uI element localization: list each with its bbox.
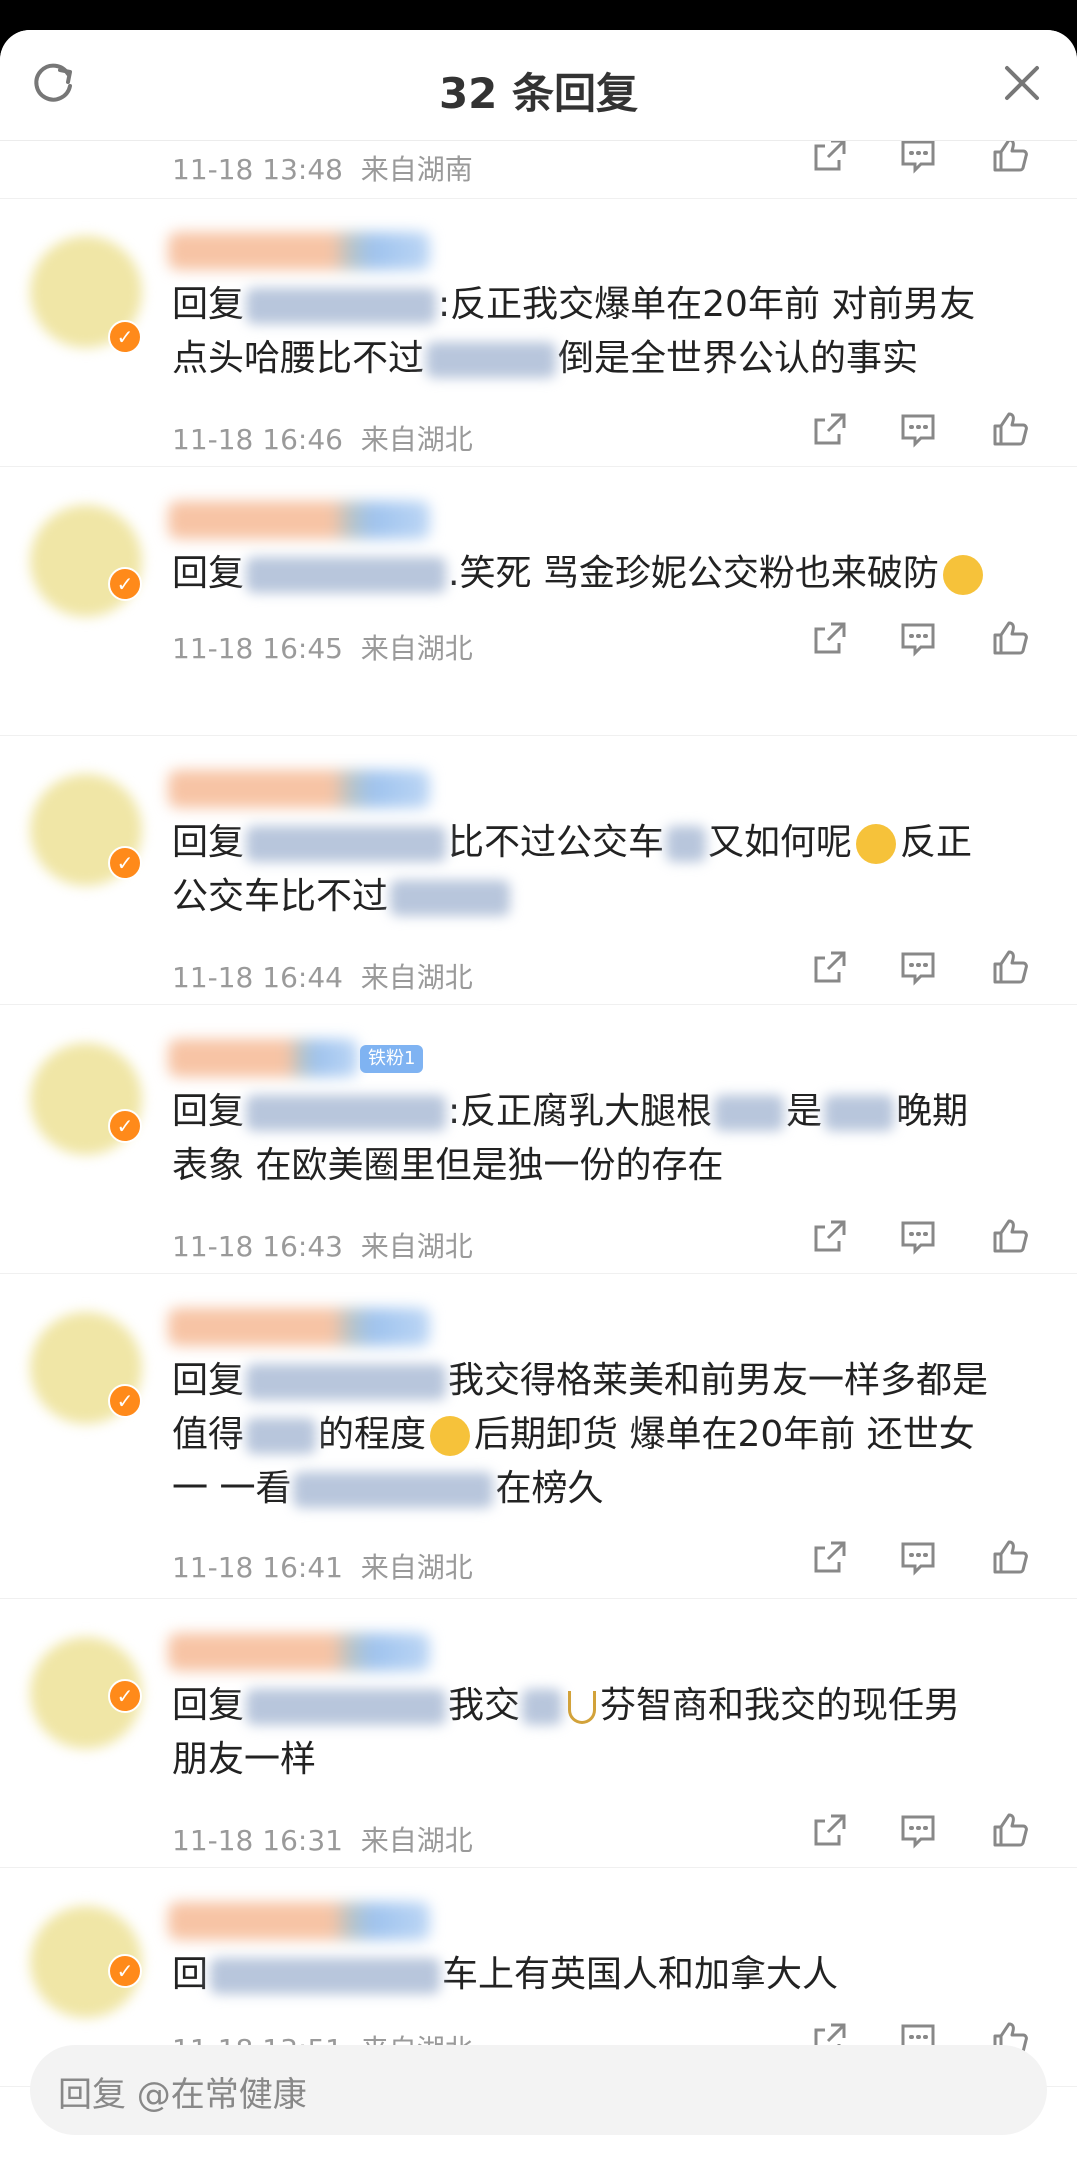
share-icon[interactable]	[811, 1538, 849, 1576]
comment-icon[interactable]	[899, 1811, 937, 1849]
verified-icon: ✓	[108, 1384, 142, 1418]
comment-icon[interactable]	[899, 136, 937, 174]
reply-text: 回复 我交得格莱美和前男友一样多都是 值得 的程度 后期卸货 爆单在20年前 还世女 …	[172, 1360, 989, 1509]
phone-notch	[300, 0, 762, 20]
reply-actions	[811, 948, 1041, 988]
reply-actions	[811, 410, 1041, 450]
like-icon[interactable]	[991, 410, 1029, 448]
verified-icon: ✓	[108, 1679, 142, 1713]
reply-time: 11-18 13:48 来自湖南	[172, 153, 473, 186]
list-item[interactable]: ✓ 回复 我交得格莱美和前男友一样多都是 值得 的程度 后期卸货 爆单在20年前 还世…	[0, 1274, 1077, 1599]
reply-time: 11-18 16:46 来自湖北	[172, 423, 473, 456]
comment-icon[interactable]	[899, 948, 937, 986]
reply-text: 回复 我交 芬智商和我交的现任男 朋友一样	[172, 1685, 961, 1780]
reply-text: 回车上有英国人和加拿大人	[172, 1954, 839, 1995]
verified-icon: ✓	[108, 567, 142, 601]
crying-face-emoji	[942, 555, 983, 595]
username-blurred[interactable]	[168, 1308, 430, 1346]
reply-actions	[811, 136, 1041, 176]
page-title: 32 条回复	[438, 69, 639, 118]
reply-time: 11-18 16:31 来自湖北	[172, 1824, 473, 1857]
comment-icon[interactable]	[899, 619, 937, 657]
comment-icon[interactable]	[899, 1538, 937, 1576]
share-icon[interactable]	[811, 136, 849, 174]
reply-text: 回复:反正腐乳大腿根是晚期 表象 在欧美圈里但是独一份的存在	[172, 1091, 969, 1186]
verified-icon: ✓	[108, 1954, 142, 1988]
close-icon[interactable]	[1001, 62, 1043, 104]
username-blurred[interactable]	[168, 501, 430, 539]
like-icon[interactable]	[991, 1217, 1029, 1255]
share-icon[interactable]	[811, 1217, 849, 1255]
verified-icon: ✓	[108, 846, 142, 880]
list-item[interactable]: ✓ 回复 我交 芬智商和我交的现任男 朋友一样 11-18 16:31 来自湖北	[0, 1599, 1077, 1868]
verified-icon: ✓	[108, 320, 142, 354]
reply-time: 11-18 16:44 来自湖北	[172, 961, 473, 994]
reply-input[interactable]: 回复 @在常健康	[30, 2045, 1047, 2135]
sheet-header: 32 条回复	[0, 30, 1077, 141]
reply-text: 回复:反正我交爆单在20年前 对前男友 点头哈腰比不过 倒是全世界公认的事实	[172, 284, 976, 379]
comment-icon[interactable]	[899, 1217, 937, 1255]
share-icon[interactable]	[811, 619, 849, 657]
share-icon[interactable]	[811, 1811, 849, 1849]
fan-badge: 铁粉1	[360, 1045, 424, 1073]
share-icon[interactable]	[811, 410, 849, 448]
username-blurred[interactable]	[168, 232, 430, 270]
reply-time: 11-18 16:45 来自湖北	[172, 632, 473, 665]
username-blurred[interactable]	[168, 770, 430, 808]
reply-actions	[811, 1811, 1041, 1851]
username-blurred[interactable]	[168, 1902, 430, 1940]
hook-emoji	[568, 1690, 597, 1724]
reply-actions	[811, 619, 1041, 659]
tongue-face-emoji	[856, 824, 897, 864]
list-item[interactable]: ✓ 回复:反正我交爆单在20年前 对前男友 点头哈腰比不过 倒是全世界公认的事实 …	[0, 198, 1077, 467]
like-icon[interactable]	[991, 948, 1029, 986]
replies-sheet: 32 条回复 11-18 13:48 来自湖南 ✓ 回复:反正我交爆单在20年前…	[0, 30, 1077, 2163]
reply-text: 回复 比不过公交车 又如何呢 反正 公交车比不过	[172, 822, 973, 917]
list-item[interactable]: ✓ 回复 比不过公交车 又如何呢 反正 公交车比不过 11-18 16:44 来自湖北	[0, 736, 1077, 1005]
username-blurred[interactable]	[168, 1633, 430, 1671]
comment-icon[interactable]	[899, 410, 937, 448]
like-icon[interactable]	[991, 1811, 1029, 1849]
verified-icon: ✓	[108, 1109, 142, 1143]
list-item[interactable]: ✓ 铁粉1 回复:反正腐乳大腿根是晚期 表象 在欧美圈里但是独一份的存在 11-…	[0, 1005, 1077, 1274]
share-icon[interactable]	[811, 948, 849, 986]
like-icon[interactable]	[991, 619, 1029, 657]
username-blurred[interactable]	[168, 1039, 358, 1077]
tongue-face-emoji	[430, 1416, 471, 1456]
reply-text: 回复 .笑死 骂金珍妮公交粉也来破防	[172, 547, 1041, 601]
like-icon[interactable]	[991, 136, 1029, 174]
reply-time: 11-18 16:41 来自湖北	[172, 1551, 473, 1584]
reply-actions	[811, 1217, 1041, 1257]
reply-time: 11-18 16:43 来自湖北	[172, 1230, 473, 1263]
list-item[interactable]: ✓ 回复 .笑死 骂金珍妮公交粉也来破防 11-18 16:45 来自湖北	[0, 467, 1077, 736]
like-icon[interactable]	[991, 1538, 1029, 1576]
reply-actions	[811, 1538, 1041, 1578]
reply-input-placeholder: 回复 @在常健康	[58, 2075, 307, 2115]
reply-list: ✓ 回复:反正我交爆单在20年前 对前男友 点头哈腰比不过 倒是全世界公认的事实 …	[0, 198, 1077, 2087]
